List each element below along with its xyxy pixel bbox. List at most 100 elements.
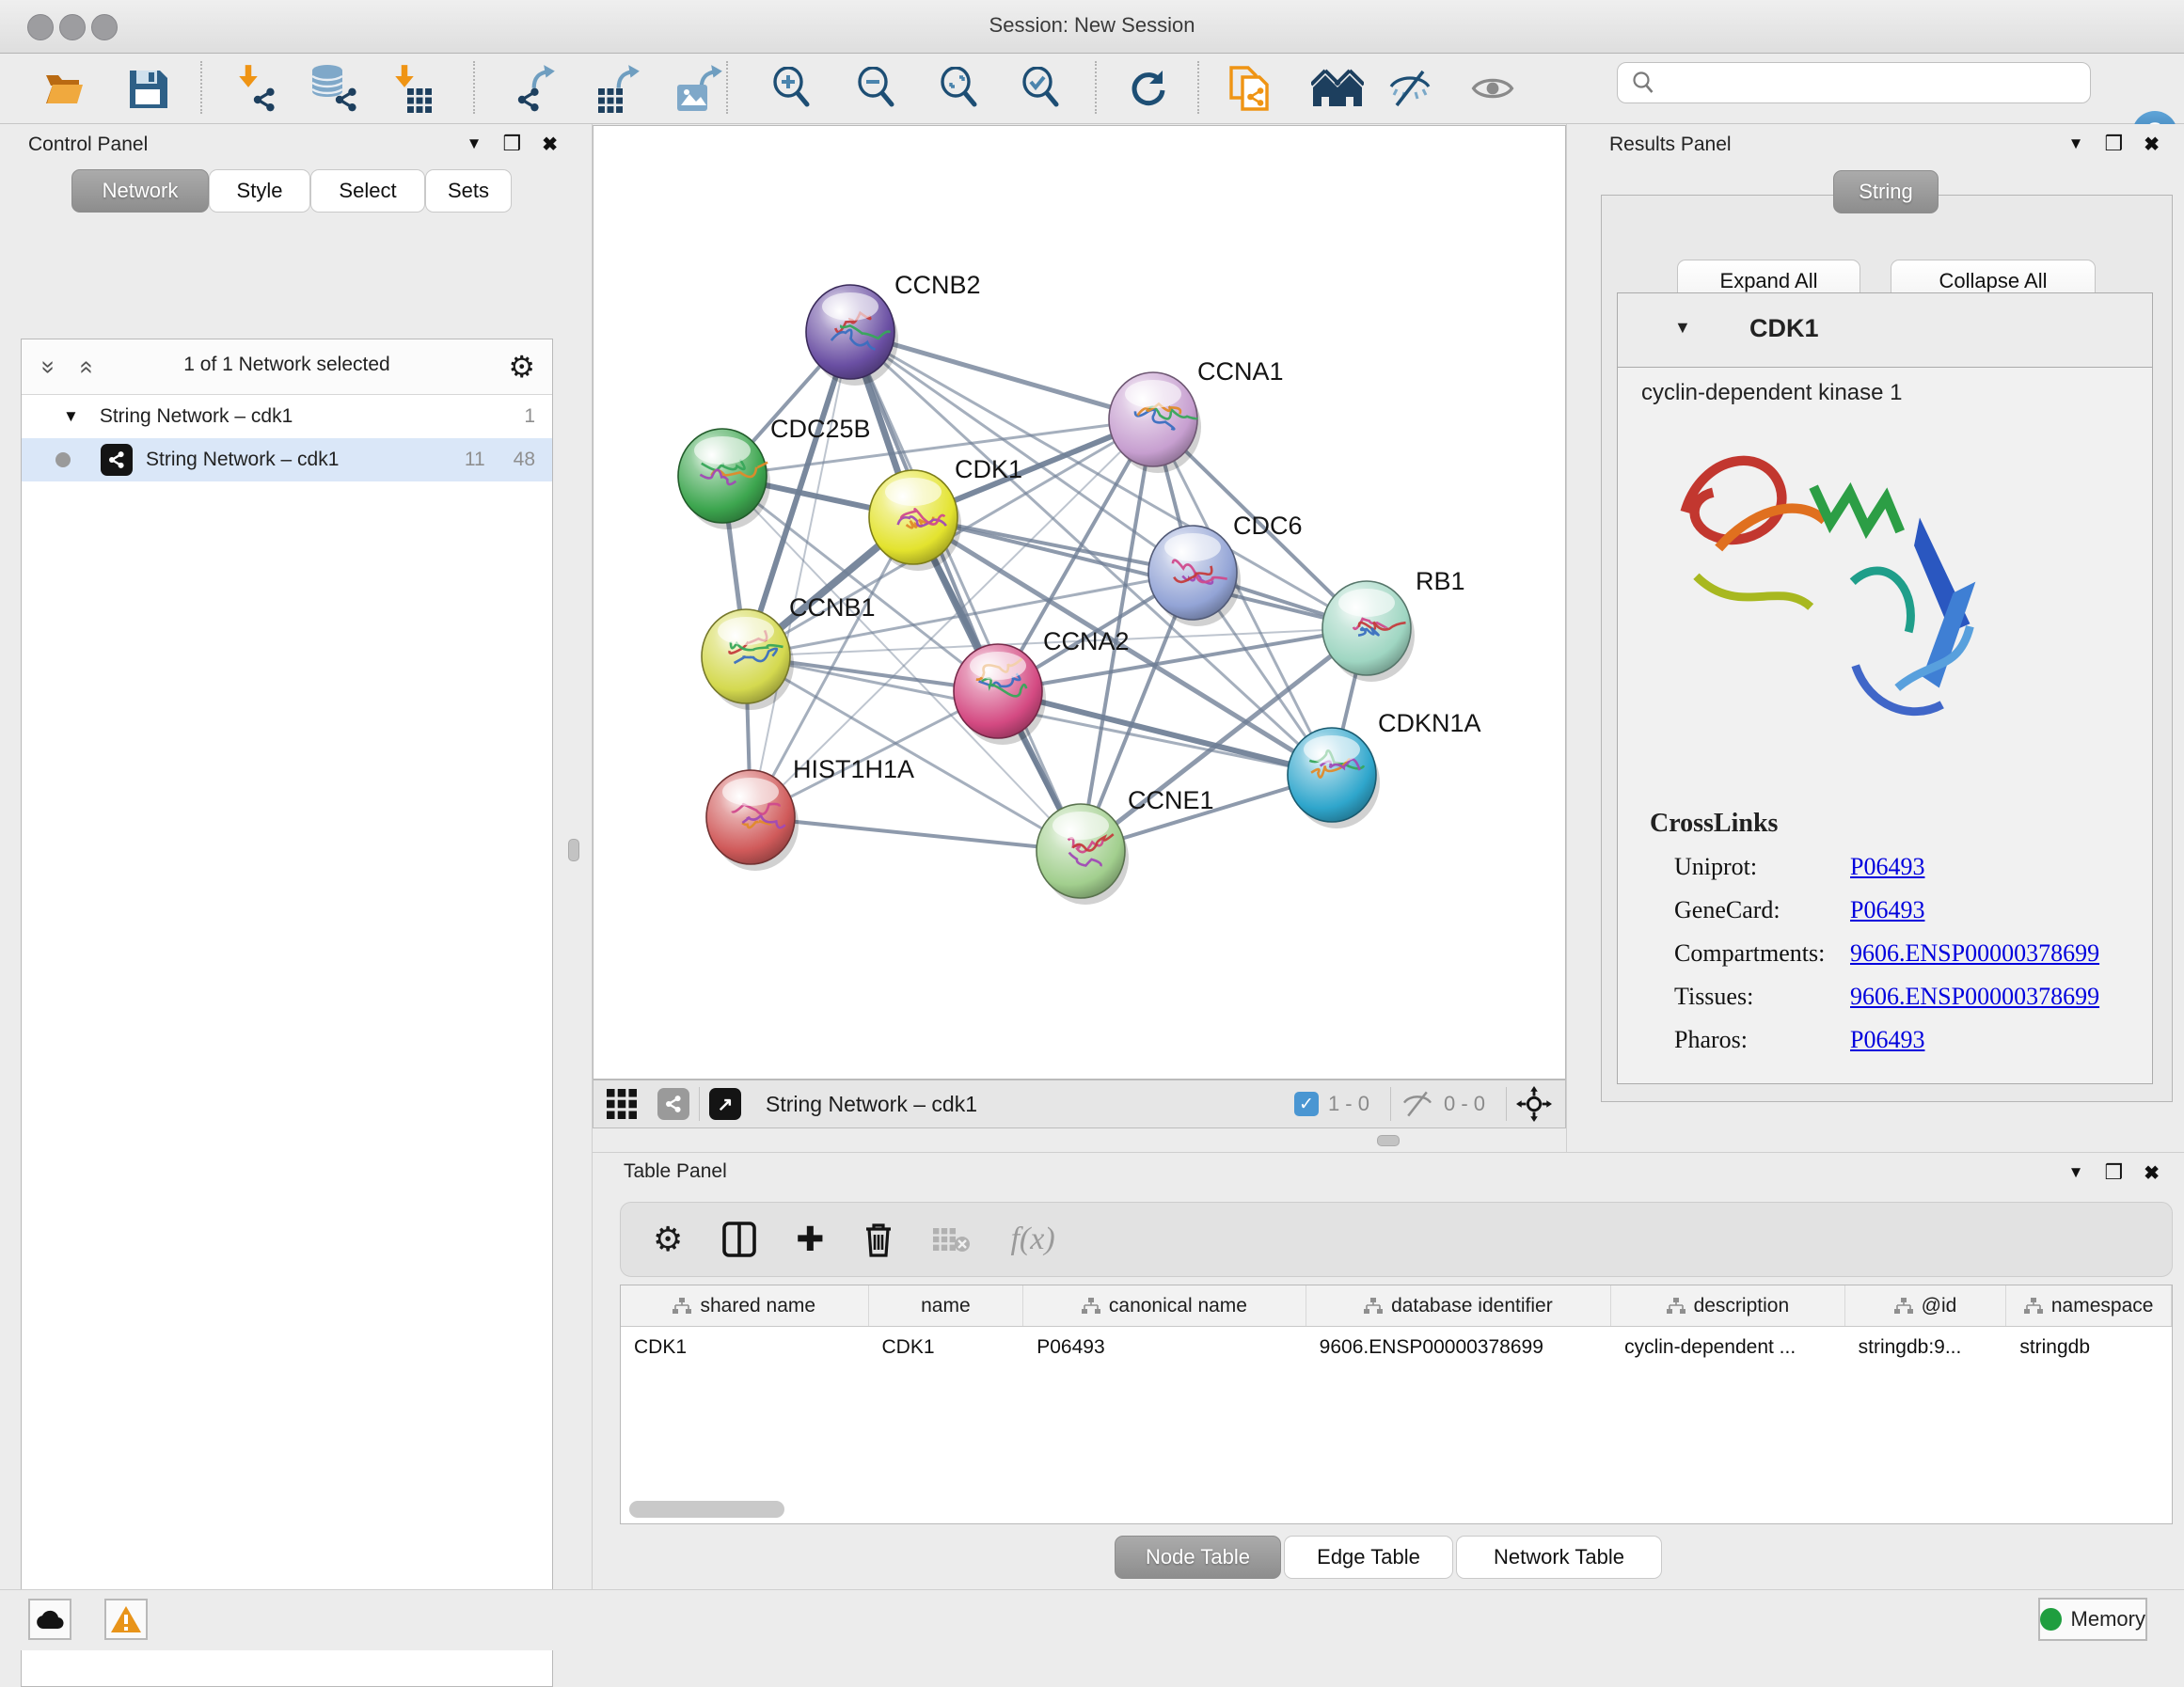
zoom-in-button[interactable] — [763, 58, 821, 118]
network-selection-status: 1 of 1 Network selected — [22, 354, 552, 376]
horizontal-splitter-handle[interactable] — [1377, 1135, 1400, 1146]
node-label-CCNE1: CCNE1 — [1128, 786, 1214, 814]
add-column-icon[interactable]: ✚ — [796, 1220, 824, 1259]
export-network-icon — [512, 64, 561, 113]
network-node-HIST1H1A[interactable]: HIST1H1A — [706, 755, 914, 871]
panel-maximize-icon[interactable]: ❒ — [503, 132, 522, 156]
tab-select[interactable]: Select — [310, 169, 425, 213]
crosslink-compartments[interactable]: 9606.ENSP00000378699 — [1850, 939, 2099, 968]
network-node-CCNB2[interactable]: CCNB2 — [806, 271, 981, 386]
network-edge-CCNB2-HIST1H1A[interactable] — [751, 332, 850, 817]
table-cell[interactable]: stringdb — [2006, 1327, 2172, 1368]
table-cell[interactable]: P06493 — [1023, 1327, 1306, 1368]
delete-column-trash-icon[interactable] — [863, 1222, 894, 1257]
column-header--id[interactable]: @id — [1845, 1285, 2007, 1326]
hidden-eye-icon[interactable] — [1401, 1091, 1434, 1117]
crosslink-uniprot[interactable]: P06493 — [1850, 853, 1924, 881]
open-session-button[interactable] — [36, 58, 94, 118]
panel-float-icon[interactable]: ▼ — [2068, 1163, 2084, 1182]
memory-button[interactable]: Memory — [2038, 1598, 2147, 1641]
pan-crosshair-icon[interactable] — [1516, 1086, 1552, 1122]
tab-node-table[interactable]: Node Table — [1115, 1536, 1281, 1579]
network-row[interactable]: String Network – cdk1 11 48 — [22, 438, 552, 481]
column-header-namespace[interactable]: namespace — [2006, 1285, 2172, 1326]
cloud-services-button[interactable] — [28, 1599, 71, 1640]
table-cell[interactable]: stringdb:9... — [1845, 1327, 2007, 1368]
column-header-description[interactable]: description — [1611, 1285, 1845, 1326]
crosslink-tissues[interactable]: 9606.ENSP00000378699 — [1850, 983, 2099, 1011]
export-network-button[interactable] — [507, 58, 565, 118]
network-node-RB1[interactable]: RB1 — [1322, 567, 1465, 682]
show-columns-icon[interactable] — [722, 1222, 756, 1257]
birds-eye-grid-icon[interactable] — [607, 1089, 637, 1119]
panel-maximize-icon[interactable]: ❒ — [2105, 132, 2124, 156]
table-settings-gear-icon[interactable]: ⚙ — [653, 1220, 683, 1259]
panel-float-icon[interactable]: ▼ — [2068, 134, 2084, 153]
network-collection-row[interactable]: ▼ String Network – cdk1 1 — [22, 395, 552, 438]
duplicate-network-button[interactable] — [1221, 58, 1279, 118]
tab-sets[interactable]: Sets — [425, 169, 512, 213]
node-label-CCNA1: CCNA1 — [1197, 357, 1284, 386]
network-options-gear-icon[interactable]: ⚙ — [508, 349, 535, 385]
warnings-button[interactable] — [104, 1599, 148, 1640]
save-session-button[interactable] — [119, 58, 177, 118]
import-network-database-button[interactable] — [305, 58, 363, 118]
network-node-CDK1[interactable]: CDK1 — [869, 455, 1022, 571]
network-canvas[interactable]: CCNB2CCNA1CDC25BCDK1CDC6RB1CCNB1CCNA2CDK… — [593, 125, 1566, 1080]
vertical-splitter-handle[interactable] — [568, 839, 579, 861]
crosslink-row: Uniprot: P06493 — [1618, 853, 2152, 896]
panel-close-icon[interactable]: ✖ — [542, 133, 558, 156]
import-table-file-button[interactable] — [380, 58, 438, 118]
open-in-window-icon[interactable]: ↗ — [709, 1088, 741, 1120]
protein-card-header[interactable]: ▼ CDK1 — [1618, 293, 2152, 368]
tab-network[interactable]: Network — [71, 169, 209, 213]
collection-expand-icon[interactable]: ▼ — [63, 407, 79, 426]
network-node-CDC6[interactable]: CDC6 — [1148, 512, 1303, 626]
network-node-CCNA1[interactable]: CCNA1 — [1109, 357, 1284, 473]
tab-string[interactable]: String — [1833, 170, 1939, 213]
search-input[interactable] — [1663, 71, 2090, 95]
table-cell[interactable]: 9606.ENSP00000378699 — [1306, 1327, 1611, 1368]
network-node-CDC25B[interactable]: CDC25B — [678, 415, 871, 529]
tab-edge-table[interactable]: Edge Table — [1284, 1536, 1453, 1579]
zoom-selected-button[interactable] — [1012, 58, 1070, 118]
export-image-button[interactable] — [671, 58, 729, 118]
table-cell[interactable]: CDK1 — [621, 1327, 869, 1368]
crosslink-pharos[interactable]: P06493 — [1850, 1026, 1924, 1054]
column-header-shared-name[interactable]: shared name — [621, 1285, 869, 1326]
column-header-database-identifier[interactable]: database identifier — [1306, 1285, 1611, 1326]
node-label-CDC6: CDC6 — [1233, 512, 1303, 540]
refresh-button[interactable] — [1119, 58, 1178, 118]
tab-style[interactable]: Style — [209, 169, 310, 213]
network-node-CDKN1A[interactable]: CDKN1A — [1288, 709, 1481, 828]
table-row[interactable]: CDK1CDK1P064939606.ENSP00000378699cyclin… — [621, 1327, 2172, 1368]
zoom-fit-button[interactable] — [930, 58, 989, 118]
export-table-button[interactable] — [590, 58, 648, 118]
panel-close-icon[interactable]: ✖ — [2144, 133, 2160, 156]
panel-maximize-icon[interactable]: ❒ — [2105, 1160, 2124, 1185]
import-network-file-button[interactable] — [226, 58, 284, 118]
zoom-out-button[interactable] — [847, 58, 906, 118]
show-all-button[interactable] — [1464, 58, 1522, 118]
network-node-CCNE1[interactable]: CCNE1 — [1037, 786, 1214, 905]
table-cell[interactable]: cyclin-dependent ... — [1611, 1327, 1845, 1368]
table-cell[interactable]: CDK1 — [869, 1327, 1024, 1368]
control-panel-title: Control Panel — [28, 134, 148, 156]
panel-close-icon[interactable]: ✖ — [2144, 1161, 2160, 1185]
network-share-icon[interactable] — [657, 1088, 689, 1120]
toolbar-separator — [200, 61, 202, 114]
collapse-section-icon[interactable]: ▼ — [1674, 318, 1691, 338]
delete-table-icon — [933, 1224, 971, 1254]
first-neighbors-button[interactable] — [1308, 58, 1367, 118]
scrollbar-thumb[interactable] — [629, 1501, 784, 1518]
column-header-canonical-name[interactable]: canonical name — [1023, 1285, 1306, 1326]
main-toolbar: ? — [0, 54, 2184, 124]
crosslink-genecard[interactable]: P06493 — [1850, 896, 1924, 924]
collection-label: String Network – cdk1 — [100, 405, 293, 428]
tab-network-table[interactable]: Network Table — [1456, 1536, 1662, 1579]
table-horizontal-scrollbar[interactable] — [625, 1501, 2167, 1518]
hide-selected-button[interactable] — [1381, 58, 1439, 118]
column-header-name[interactable]: name — [869, 1285, 1024, 1326]
panel-float-icon[interactable]: ▼ — [467, 134, 483, 153]
selected-checkbox-icon[interactable]: ✓ — [1294, 1092, 1319, 1116]
